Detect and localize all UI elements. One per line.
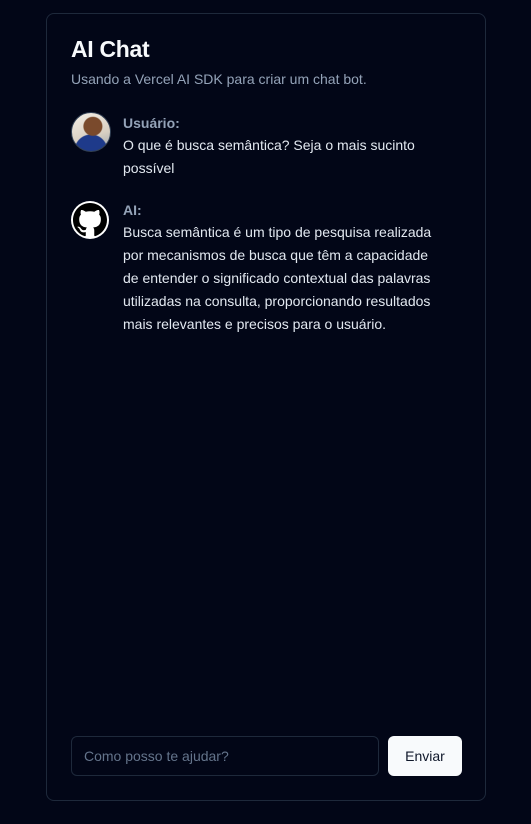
chat-composer: Enviar: [71, 736, 462, 776]
page-subtitle: Usando a Vercel AI SDK para criar um cha…: [71, 71, 367, 87]
chat-card: AI Chat Usando a Vercel AI SDK para cria…: [46, 13, 486, 801]
github-icon: [71, 201, 109, 239]
message-body: AI: Busca semântica é um tipo de pesquis…: [123, 199, 443, 336]
message-text: O que é busca semântica? Seja o mais suc…: [123, 137, 415, 176]
page-title: AI Chat: [71, 36, 150, 62]
message-text: Busca semântica é um tipo de pesquisa re…: [123, 224, 432, 332]
user-avatar: [71, 112, 111, 152]
chat-input[interactable]: [71, 736, 379, 776]
message-sender: AI:: [123, 202, 142, 218]
message-sender: Usuário:: [123, 115, 180, 131]
message-body: Usuário: O que é busca semântica? Seja o…: [123, 112, 443, 180]
send-button[interactable]: Enviar: [388, 736, 462, 776]
